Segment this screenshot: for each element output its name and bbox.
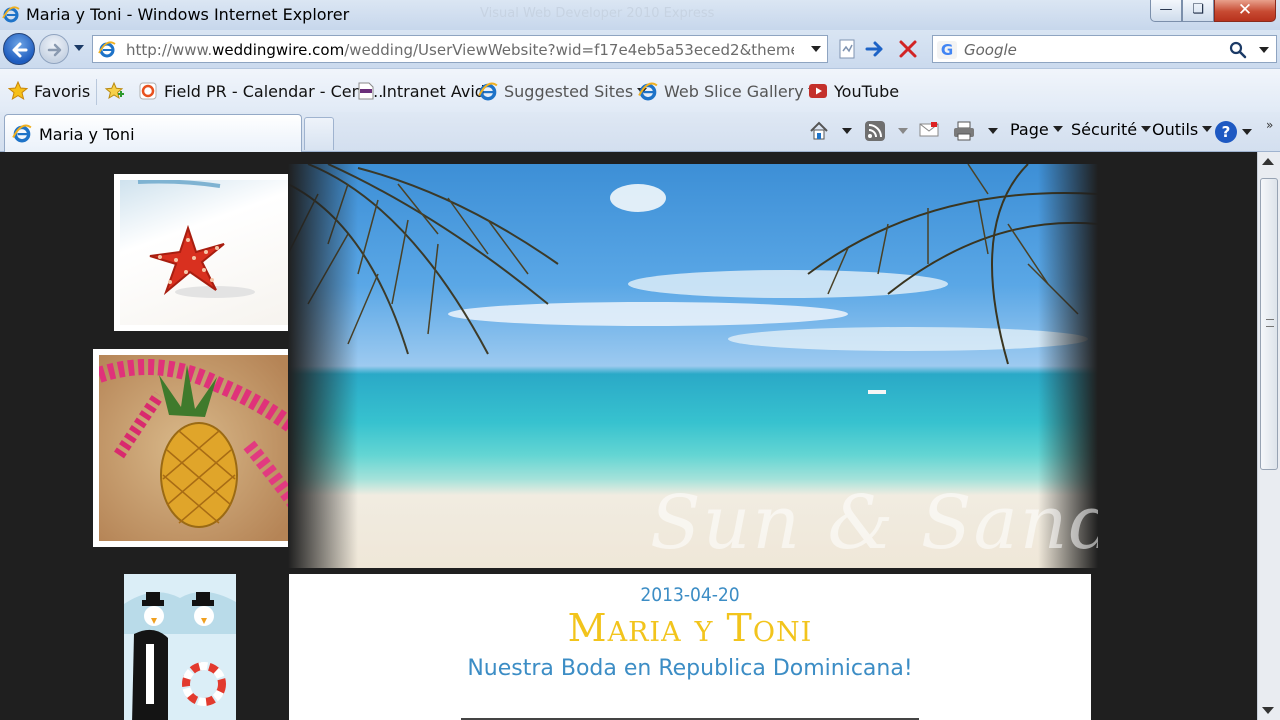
chevron-down-icon — [1202, 126, 1213, 132]
new-tab-button[interactable] — [304, 117, 334, 150]
ie-site-icon — [638, 82, 658, 101]
scroll-up-arrow-icon[interactable] — [1262, 158, 1274, 165]
help-icon: ? — [1215, 121, 1237, 143]
favorite-link-suggested-sites[interactable]: Suggested Sites — [478, 81, 648, 103]
favorite-link-youtube[interactable]: YouTube — [808, 81, 899, 103]
tab-label: Maria y Toni — [39, 125, 135, 144]
go-arrow-icon[interactable] — [862, 37, 888, 61]
feeds-button[interactable] — [864, 120, 908, 144]
rss-feed-icon — [865, 121, 885, 141]
back-arrow-icon — [12, 42, 28, 58]
tab-maria-y-toni[interactable]: Maria y Toni — [4, 114, 302, 152]
chevron-right-icon: » — [1266, 118, 1274, 132]
favorite-link-field-pr[interactable]: Field PR - Calendar - Cent... — [138, 81, 383, 103]
close-icon: ✕ — [1237, 0, 1253, 20]
google-logo-icon: G — [937, 41, 957, 59]
print-button[interactable] — [952, 120, 998, 144]
penguin-cake-topper-photo — [124, 574, 236, 720]
minimize-icon: — — [1159, 2, 1173, 17]
read-mail-button[interactable] — [918, 120, 940, 144]
close-button[interactable]: ✕ — [1214, 0, 1276, 22]
minimize-button[interactable]: — — [1150, 0, 1182, 22]
chevron-down-icon — [1242, 129, 1252, 135]
help-button[interactable]: ? — [1214, 120, 1252, 144]
maximize-button[interactable]: ❏ — [1182, 0, 1214, 22]
vertical-scrollbar[interactable] — [1257, 152, 1280, 720]
penguin-icon — [124, 574, 236, 720]
calendar-site-icon — [139, 82, 157, 100]
svg-text:?: ? — [1222, 123, 1231, 141]
wedding-info-card: 2013-04-20 Maria y Toni Nuestra Boda en … — [289, 574, 1091, 720]
forward-arrow-icon — [47, 43, 62, 57]
compatibility-view-icon[interactable] — [834, 37, 860, 61]
starfish-icon — [137, 180, 255, 298]
ie-page-icon — [98, 41, 116, 58]
web-page-content: Sun & Sand 2013-04-20 Maria y Toni Nuest… — [0, 152, 1257, 720]
favorite-link-intranet-avid[interactable]: Intranet Avid — [356, 81, 485, 103]
avid-site-icon — [358, 82, 374, 100]
tools-menu-button[interactable]: Outils — [1152, 120, 1213, 144]
banner-left-fade — [288, 164, 358, 568]
recent-pages-dropdown-icon[interactable] — [73, 44, 85, 52]
chevron-down-icon — [898, 128, 908, 134]
favorites-star-icon — [8, 81, 28, 101]
sun-and-sand-banner: Sun & Sand — [288, 164, 1098, 568]
banner-script-text: Sun & Sand — [650, 480, 1098, 566]
navigation-bar: http://www.weddingwire.com/wedding/UserV… — [0, 30, 1280, 68]
favorite-link-web-slice-gallery[interactable]: Web Slice Gallery — [638, 81, 818, 103]
wedding-date: 2013-04-20 — [640, 584, 740, 606]
home-button[interactable] — [808, 120, 852, 144]
pineapple-icon — [99, 359, 316, 529]
add-favorite-icon — [104, 81, 124, 100]
background-window-title: Visual Web Developer 2010 Express — [480, 6, 715, 21]
tab-row: Maria y Toni Page Sécurité Outils ? » — [0, 112, 1280, 152]
grip-icon — [1266, 319, 1274, 327]
favorites-separator — [96, 79, 97, 105]
chevron-down-icon — [842, 128, 852, 134]
back-button[interactable] — [3, 33, 35, 65]
add-to-favorites-button[interactable] — [104, 81, 130, 103]
title-bar: Maria y Toni - Windows Internet Explorer… — [0, 0, 1280, 30]
mail-icon — [919, 122, 939, 137]
ie-tab-icon — [12, 124, 32, 143]
youtube-icon — [809, 84, 827, 98]
scroll-down-arrow-icon[interactable] — [1262, 707, 1274, 714]
forward-button[interactable] — [39, 34, 69, 64]
search-placeholder: Google — [964, 41, 1017, 59]
home-icon — [810, 121, 828, 140]
toolbar-overflow-button[interactable]: » — [1266, 114, 1273, 138]
chevron-down-icon — [1052, 126, 1063, 132]
favorites-button[interactable]: Favoris — [8, 81, 90, 103]
window-title: Maria y Toni - Windows Internet Explorer — [26, 5, 350, 24]
safety-menu-button[interactable]: Sécurité — [1071, 120, 1152, 144]
printer-icon — [954, 121, 974, 141]
search-box[interactable]: G Google — [932, 35, 1277, 63]
wedding-subtitle: Nuestra Boda en Republica Dominicana! — [467, 656, 913, 681]
url-text[interactable]: http://www.weddingwire.com/wedding/UserV… — [126, 41, 794, 59]
restore-icon: ❏ — [1192, 2, 1204, 17]
ie-logo-icon — [2, 6, 20, 23]
favorites-bar: Favoris Field PR - Calendar - Cent... In… — [0, 68, 1280, 112]
address-dropdown-icon[interactable] — [810, 45, 822, 53]
ie-site-icon — [478, 82, 498, 101]
scroll-thumb[interactable] — [1260, 178, 1278, 470]
page-menu-button[interactable]: Page — [1010, 120, 1063, 144]
couple-names: Maria y Toni — [567, 606, 813, 650]
starfish-photo — [114, 174, 303, 331]
chevron-down-icon — [988, 128, 998, 134]
search-options-dropdown-icon[interactable] — [1258, 46, 1270, 54]
address-bar[interactable]: http://www.weddingwire.com/wedding/UserV… — [92, 35, 828, 63]
search-icon[interactable] — [1228, 40, 1248, 60]
stop-icon[interactable] — [895, 37, 921, 61]
chevron-down-icon — [1141, 126, 1152, 132]
